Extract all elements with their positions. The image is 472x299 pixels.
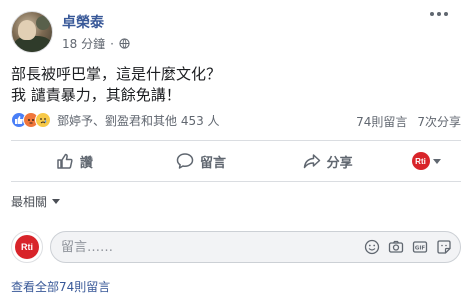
gif-icon[interactable]: GIF bbox=[412, 239, 428, 255]
view-all-comments-link[interactable]: 查看全部74則留言 bbox=[11, 278, 110, 295]
sad-reaction-icon bbox=[35, 112, 51, 128]
comment-composer[interactable]: GIF bbox=[50, 231, 461, 263]
dot-separator: · bbox=[110, 36, 114, 51]
chevron-down-icon bbox=[432, 158, 441, 164]
sort-label: 最相關 bbox=[11, 195, 48, 209]
comment-sort-dropdown[interactable]: 最相關 bbox=[11, 193, 61, 210]
share-label: 分享 bbox=[326, 155, 353, 171]
comment-input[interactable] bbox=[61, 239, 364, 255]
camera-icon[interactable] bbox=[388, 239, 404, 255]
engagement-counts: 74則留言 7次分享 bbox=[356, 113, 461, 130]
composer-tools: GIF bbox=[364, 239, 460, 255]
post-text-line: 部長被呼巴掌，這是什麼文化？ bbox=[11, 65, 222, 83]
post-timestamp[interactable]: 18 分鐘 bbox=[62, 35, 105, 52]
thumbs-up-icon bbox=[57, 153, 73, 169]
comment-button[interactable]: 留言 bbox=[138, 152, 265, 171]
like-label: 讚 bbox=[79, 155, 93, 171]
speech-bubble-icon bbox=[176, 153, 194, 169]
author-avatar[interactable] bbox=[11, 11, 53, 53]
commenter-avatar[interactable]: Rti bbox=[11, 231, 43, 263]
post-meta: 18 分鐘 · bbox=[62, 35, 130, 52]
more-options-icon[interactable] bbox=[430, 12, 448, 16]
author-name[interactable]: 卓榮泰 bbox=[62, 12, 104, 32]
svg-text:GIF: GIF bbox=[415, 246, 426, 252]
reactions-summary[interactable]: 鄧婷予、劉盈君和其他 453 人 bbox=[11, 110, 220, 130]
comment-label: 留言 bbox=[200, 155, 227, 171]
page-avatar-badge: Rti bbox=[411, 152, 430, 170]
post-as-selector[interactable]: Rti bbox=[391, 152, 461, 170]
chevron-down-icon bbox=[52, 199, 61, 204]
post-text-line: 我 譴責暴力，其餘免講！ bbox=[11, 86, 181, 104]
globe-icon[interactable] bbox=[119, 38, 130, 49]
share-arrow-icon bbox=[303, 154, 320, 169]
action-bar: 讚 留言 分享 Rti bbox=[11, 143, 461, 179]
post-text: 部長被呼巴掌，這是什麼文化？ 我 譴責暴力，其餘免講！ bbox=[11, 64, 221, 106]
divider bbox=[11, 140, 461, 141]
comment-count[interactable]: 74則留言 bbox=[356, 113, 407, 130]
share-count[interactable]: 7次分享 bbox=[417, 113, 461, 130]
share-button[interactable]: 分享 bbox=[264, 152, 391, 171]
emoji-icon[interactable] bbox=[364, 239, 380, 255]
rti-logo-icon: Rti bbox=[15, 235, 39, 259]
post-card: 卓榮泰 18 分鐘 · 部長被呼巴掌，這是什麼文化？ 我 譴責暴力，其餘免講！ … bbox=[0, 0, 472, 299]
sticker-icon[interactable] bbox=[436, 239, 452, 255]
reaction-names[interactable]: 鄧婷予、劉盈君和其他 453 人 bbox=[57, 112, 220, 129]
divider bbox=[11, 181, 461, 182]
like-button[interactable]: 讚 bbox=[11, 152, 138, 171]
